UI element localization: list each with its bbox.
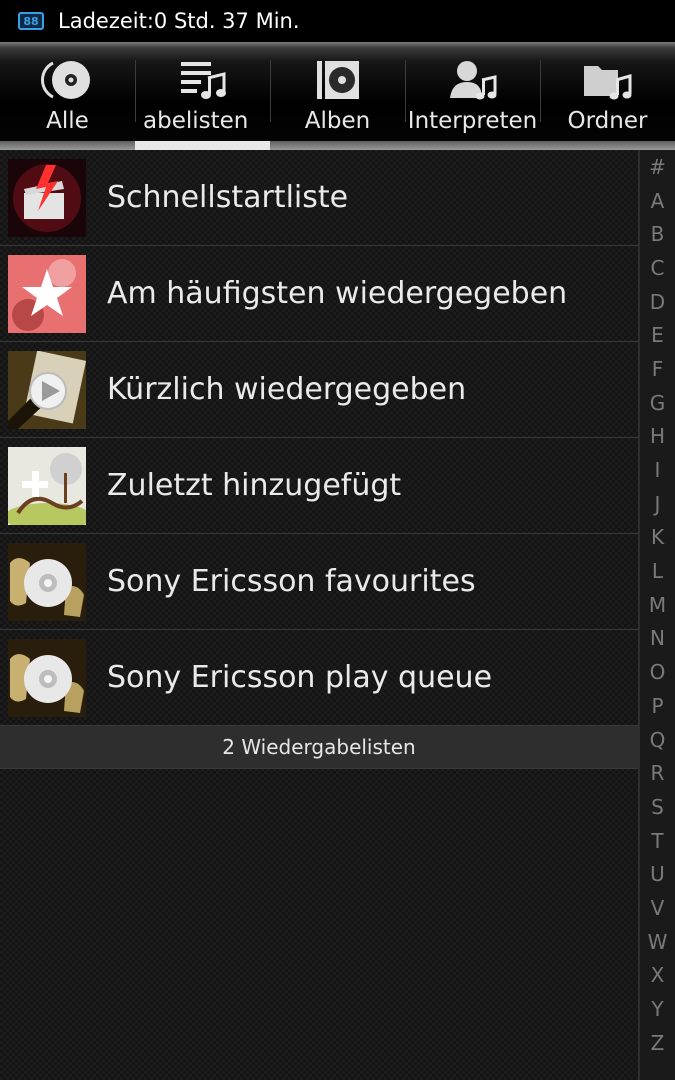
alphabet-index-letter[interactable]: W bbox=[640, 925, 675, 959]
alphabet-index-letter[interactable]: K bbox=[640, 521, 675, 555]
alphabet-index-letter[interactable]: M bbox=[640, 588, 675, 622]
playlist-icon bbox=[135, 58, 270, 102]
alphabet-index-letter[interactable]: J bbox=[640, 487, 675, 521]
playlist-list: Schnellstartliste Am häufigsten wiederge… bbox=[0, 150, 638, 1080]
tab-label: Alle bbox=[46, 108, 89, 134]
alphabet-index-letter[interactable]: Z bbox=[640, 1026, 675, 1060]
alphabet-index-letter[interactable]: Y bbox=[640, 992, 675, 1026]
list-item[interactable]: Sony Ericsson favourites bbox=[0, 534, 638, 630]
list-item[interactable]: Am häufigsten wiedergegeben bbox=[0, 246, 638, 342]
alphabet-index-letter[interactable]: P bbox=[640, 689, 675, 723]
playlist-name: Sony Ericsson favourites bbox=[107, 564, 476, 599]
alphabet-index-letter[interactable]: C bbox=[640, 251, 675, 285]
alphabet-index-letter[interactable]: U bbox=[640, 857, 675, 891]
alphabet-index-letter[interactable]: H bbox=[640, 420, 675, 454]
alphabet-index-letter[interactable]: # bbox=[640, 150, 675, 184]
playlist-name: Kürzlich wiedergegeben bbox=[107, 372, 467, 407]
disc-thumbnail bbox=[8, 638, 86, 717]
playlist-name: Schnellstartliste bbox=[107, 180, 349, 215]
alphabet-index-letter[interactable]: T bbox=[640, 824, 675, 858]
tab-artists[interactable]: Interpreten bbox=[405, 42, 540, 150]
alphabet-index-letter[interactable]: F bbox=[640, 352, 675, 386]
alphabet-index-letter[interactable]: G bbox=[640, 386, 675, 420]
tab-label: abelisten bbox=[143, 108, 249, 134]
alphabet-index-letter[interactable]: N bbox=[640, 622, 675, 656]
battery-icon: 88 bbox=[18, 12, 44, 30]
added-tree-thumbnail bbox=[8, 446, 86, 525]
alphabet-index-letter[interactable]: Q bbox=[640, 723, 675, 757]
folder-music-icon bbox=[540, 58, 675, 102]
tab-all[interactable]: Alle bbox=[0, 42, 135, 150]
tab-label: Alben bbox=[304, 108, 371, 134]
tab-albums[interactable]: Alben bbox=[270, 42, 405, 150]
alphabet-index-letter[interactable]: X bbox=[640, 959, 675, 993]
list-item[interactable]: Kürzlich wiedergegeben bbox=[0, 342, 638, 438]
tab-label: Ordner bbox=[567, 108, 648, 134]
list-item[interactable]: Sony Ericsson play queue bbox=[0, 630, 638, 726]
playlist-count-footer: 2 Wiedergabelisten bbox=[0, 726, 638, 769]
alphabet-index-letter[interactable]: S bbox=[640, 790, 675, 824]
charging-time-text: Ladezeit:0 Std. 37 Min. bbox=[58, 9, 300, 33]
alphabet-index-letter[interactable]: D bbox=[640, 285, 675, 319]
list-item[interactable]: Schnellstartliste bbox=[0, 150, 638, 246]
tab-folders[interactable]: Ordner bbox=[540, 42, 675, 150]
alphabet-index-letter[interactable]: O bbox=[640, 655, 675, 689]
tab-label: Interpreten bbox=[407, 108, 538, 134]
alphabet-index-letter[interactable]: L bbox=[640, 554, 675, 588]
recent-play-thumbnail bbox=[8, 350, 86, 429]
alphabet-index-letter[interactable]: V bbox=[640, 891, 675, 925]
alphabet-index-letter[interactable]: R bbox=[640, 756, 675, 790]
alphabet-index-letter[interactable]: E bbox=[640, 318, 675, 352]
playlist-name: Am häufigsten wiedergegeben bbox=[107, 276, 568, 311]
artist-icon bbox=[405, 58, 540, 102]
category-tab-bar: Alle abelisten Alben Interpreten Ordner bbox=[0, 42, 675, 150]
alphabet-index-letter[interactable]: B bbox=[640, 217, 675, 251]
tab-playlists[interactable]: abelisten bbox=[135, 42, 270, 150]
playlist-name: Zuletzt hinzugefügt bbox=[107, 468, 402, 503]
cd-icon bbox=[0, 58, 135, 102]
quickstart-thumbnail bbox=[8, 158, 86, 237]
alphabet-index[interactable]: # A B C D E F G H I J K L M N O P Q R S T U V W X Y Z bbox=[638, 150, 675, 1080]
alphabet-index-letter[interactable]: I bbox=[640, 453, 675, 487]
playlist-name: Sony Ericsson play queue bbox=[107, 660, 493, 695]
active-tab-indicator bbox=[135, 141, 270, 150]
star-thumbnail bbox=[8, 254, 86, 333]
list-item[interactable]: Zuletzt hinzugefügt bbox=[0, 438, 638, 534]
alphabet-index-letter[interactable]: A bbox=[640, 184, 675, 218]
disc-thumbnail bbox=[8, 542, 86, 621]
status-bar: 88 Ladezeit:0 Std. 37 Min. bbox=[0, 0, 675, 42]
album-icon bbox=[270, 58, 405, 102]
